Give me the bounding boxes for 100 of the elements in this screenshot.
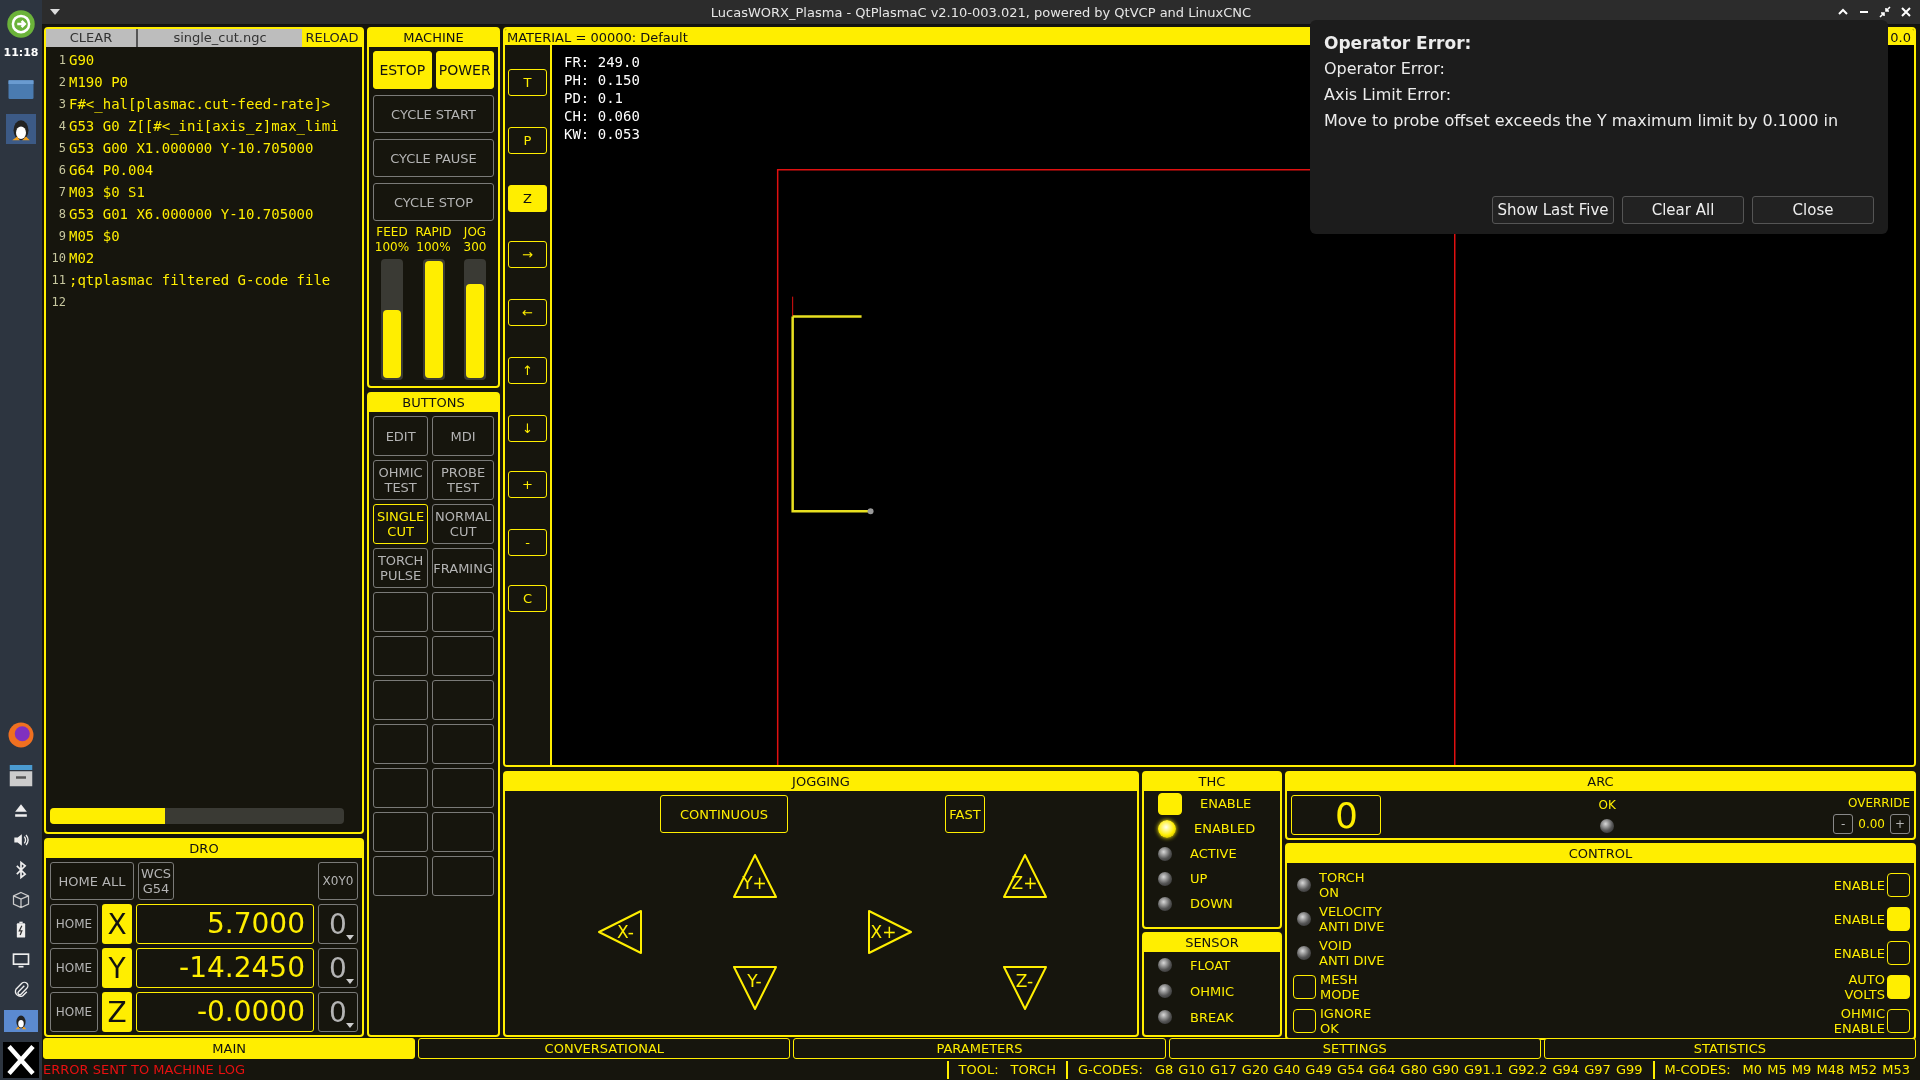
checkbox[interactable] [1293,1009,1316,1033]
slider-track[interactable] [464,259,486,380]
launcher-icon[interactable] [6,9,36,39]
user-button[interactable]: FRAMING [432,548,494,588]
x-logo-icon[interactable] [3,1042,39,1078]
offset-dropdown[interactable]: 0 [318,948,358,988]
line-number: 9 [57,229,66,243]
view-button[interactable]: C [508,585,547,612]
blank-button[interactable] [373,768,429,808]
increase-button[interactable]: + [1890,814,1910,834]
checkbox[interactable] [1887,907,1910,931]
user-button[interactable]: NORMAL CUT [432,504,494,544]
wcs-button[interactable]: WCS G54 [138,862,174,900]
dialog-button[interactable]: Show Last Five [1492,196,1614,224]
screen-icon[interactable] [11,950,31,970]
home-button[interactable]: HOME [50,948,98,988]
tab[interactable]: STATISTICS [1543,1038,1916,1059]
view-button[interactable]: P [508,127,547,154]
panel-title: ARC [1287,773,1914,791]
blank-button[interactable] [373,724,429,764]
jog-button[interactable]: X+ [865,908,914,956]
slider-fill[interactable] [383,310,401,378]
blank-button[interactable] [432,812,494,852]
penguin-icon[interactable] [6,114,36,144]
view-button[interactable]: T [508,69,547,96]
checkbox[interactable] [1887,975,1910,999]
reload-button[interactable]: RELOAD [302,29,362,47]
machine-button[interactable]: CYCLE PAUSE [373,139,494,177]
view-button[interactable]: ↑ [508,357,547,384]
blank-button[interactable] [373,636,429,676]
checkbox[interactable] [1293,975,1316,999]
velocity-value: 0.0 [1890,29,1911,45]
clock: 11:18 [3,46,39,59]
checkbox[interactable] [1158,792,1182,815]
user-button[interactable]: SINGLE CUT [373,504,429,544]
continuous-button[interactable]: CONTINUOUS [660,795,788,833]
machine-button[interactable]: ESTOP [373,51,432,89]
panel-title: SENSOR [1144,934,1280,952]
blank-button[interactable] [373,812,429,852]
blank-button[interactable] [432,856,494,896]
user-button[interactable]: EDIT [373,416,429,456]
checkbox[interactable] [1887,941,1910,965]
jog-button[interactable]: Z- [1000,964,1049,1012]
jog-button[interactable]: Z+ [1000,852,1049,900]
user-button[interactable]: TORCH PULSE [373,548,429,588]
home-all-button[interactable]: HOME ALL [50,862,134,900]
fast-button[interactable]: FAST [945,795,985,833]
machine-button[interactable]: CYCLE STOP [373,183,494,221]
jog-button[interactable]: X- [595,908,644,956]
checkbox[interactable] [1887,873,1910,897]
view-button[interactable]: → [508,241,547,268]
tab[interactable]: MAIN [43,1038,416,1059]
blank-button[interactable] [432,592,494,632]
browser-icon[interactable] [6,720,36,750]
view-button[interactable]: + [508,471,547,498]
penguin-icon[interactable] [4,1010,38,1032]
tab[interactable]: PARAMETERS [793,1038,1166,1059]
blank-button[interactable] [432,636,494,676]
panel-title: CONTROL [1287,845,1914,863]
view-button[interactable]: ← [508,299,547,326]
dialog-button[interactable]: Close [1752,196,1874,224]
end-point [867,508,874,515]
jog-button[interactable]: Y+ [730,852,779,900]
tab[interactable]: SETTINGS [1168,1038,1541,1059]
home-button[interactable]: HOME [50,904,98,944]
blank-button[interactable] [432,768,494,808]
machine-button[interactable]: CYCLE START [373,95,494,133]
blank-button[interactable] [373,680,429,720]
blank-button[interactable] [373,856,429,896]
blank-button[interactable] [432,680,494,720]
slider-label: RAPID [415,225,452,240]
blank-button[interactable] [432,724,494,764]
user-button[interactable]: PROBE TEST [432,460,494,500]
view-button[interactable]: Z [508,185,547,212]
jog-button[interactable]: Y- [730,964,779,1012]
checkbox[interactable] [1887,1009,1910,1033]
line-number: 5 [57,141,66,155]
x0y0-button[interactable]: X0Y0 [318,862,358,900]
line-number: 2 [57,75,66,89]
clear-button[interactable]: CLEAR [46,29,138,47]
decrease-button[interactable]: - [1833,814,1854,834]
slider-track[interactable] [381,259,403,380]
offset-dropdown[interactable]: 0 [318,904,358,944]
close-icon[interactable] [1900,6,1912,18]
user-button[interactable]: MDI [432,416,494,456]
slider-fill[interactable] [466,284,484,378]
dialog-button[interactable]: Clear All [1622,196,1744,224]
machine-button[interactable]: POWER [435,51,494,89]
control-label: OHMIC ENABLE [1833,1006,1885,1036]
view-button[interactable]: ↓ [508,415,547,442]
blank-button[interactable] [373,592,429,632]
offset-dropdown[interactable]: 0 [318,992,358,1032]
view-button[interactable]: - [508,529,547,556]
status-label: ACTIVE [1190,846,1237,861]
dropdown-icon[interactable] [50,9,60,15]
box-icon[interactable] [11,890,31,910]
restore-icon[interactable] [1879,6,1891,18]
user-button[interactable]: OHMIC TEST [373,460,429,500]
home-button[interactable]: HOME [50,992,98,1032]
tab[interactable]: CONVERSATIONAL [418,1038,791,1059]
